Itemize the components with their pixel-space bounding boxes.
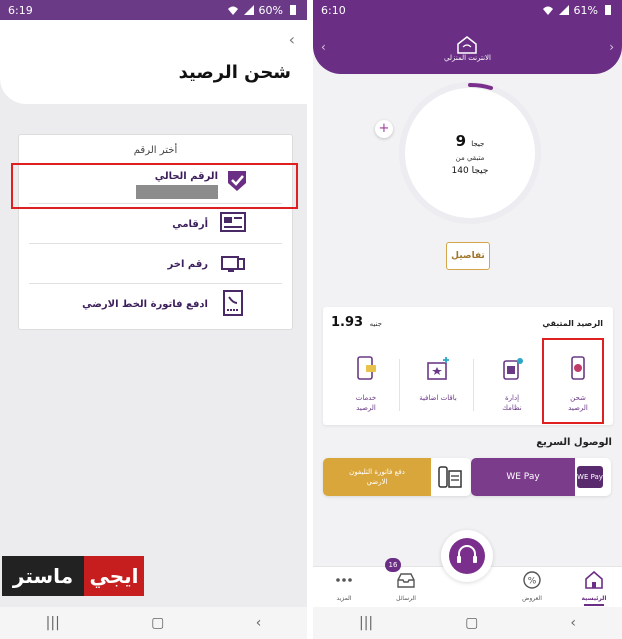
battery-percent: 61%	[573, 3, 598, 17]
percent-icon: %	[523, 571, 541, 589]
balance-currency: جنيه	[369, 320, 382, 328]
quota-progress-arc	[468, 82, 493, 90]
recent-apps-icon[interactable]: |||	[46, 615, 60, 631]
service-label: إدارة	[504, 394, 520, 402]
we-pay-label: WE Pay	[471, 458, 575, 496]
status-time: 6:10	[321, 3, 346, 17]
highlight-frame	[11, 163, 298, 209]
back-icon[interactable]: ‹	[256, 615, 262, 631]
logo-text-dark: ماستر	[2, 556, 84, 596]
divider	[473, 359, 474, 411]
site-logo: ماستر ايجي	[2, 556, 144, 596]
nav-more[interactable]: المزيد	[319, 567, 369, 602]
service-extra-bundles[interactable]: باقات اضافية	[409, 355, 467, 403]
battery-icon	[290, 5, 296, 15]
inbox-icon	[397, 573, 415, 588]
service-label-2: الرصيد	[356, 404, 376, 412]
nav-label: الرئيسية	[581, 595, 607, 602]
landline-bill-item[interactable]: ادفع فاتورة الخط الارضي	[82, 299, 208, 310]
service-manage-plan[interactable]: إدارة نظامك	[483, 355, 541, 413]
status-bar: 6:19 60%	[0, 0, 307, 20]
right-header: ‹ الانترنت المنزلي ›	[313, 20, 622, 74]
nav-messages[interactable]: الرسائل	[381, 567, 431, 602]
quick-access-title: الوصول السريع	[536, 437, 612, 448]
status-time: 6:19	[8, 3, 33, 17]
system-nav-bar: ||| ▢ ‹	[313, 607, 622, 639]
service-label-2: نظامك	[502, 404, 522, 412]
balance-value: 1.93	[331, 315, 364, 330]
home-button-icon[interactable]: ▢	[465, 615, 478, 631]
divider	[399, 359, 400, 411]
remaining-unit: جيجا	[471, 140, 485, 148]
divider	[29, 243, 282, 244]
status-icons: 60%	[227, 4, 299, 17]
sim-manage-icon	[503, 358, 523, 380]
status-bar: 6:10 61%	[313, 0, 622, 20]
total-quota: 140 جيجا	[451, 166, 489, 176]
details-button[interactable]: تفاصيل	[446, 242, 490, 270]
recent-apps-icon[interactable]: |||	[359, 615, 373, 631]
back-chevron-icon[interactable]: ‹	[289, 30, 295, 49]
balance-amount: 1.93 جنيه	[331, 315, 382, 330]
left-screen: 6:19 60% ‹ شحن الرصيد أختر الرقم الرقم ا…	[0, 0, 307, 639]
battery-icon	[605, 5, 611, 15]
headset-icon	[449, 538, 485, 574]
nav-label: المزيد	[336, 595, 352, 602]
home-button-icon[interactable]: ▢	[151, 615, 164, 631]
other-number-item[interactable]: رقم اخر	[168, 259, 208, 270]
my-numbers-item[interactable]: أرقامي	[172, 219, 208, 230]
prev-chevron-icon[interactable]: ‹	[321, 40, 326, 54]
wifi-icon	[227, 6, 238, 15]
service-label: خدمات	[355, 394, 377, 402]
service-label: باقات اضافية	[419, 394, 457, 402]
divider	[29, 283, 282, 284]
quota-circle: 9 جيجا متبقي من 140 جيجا	[405, 82, 535, 218]
system-nav-bar: ||| ▢ ‹	[0, 607, 307, 639]
right-screen: 6:10 61% ‹ الانترنت المنزلي › + 9 جيجا م…	[313, 0, 622, 639]
header-title: الانترنت المنزلي	[444, 54, 491, 62]
home-internet-icon	[457, 36, 477, 54]
battery-percent: 60%	[258, 3, 283, 17]
home-icon	[585, 570, 603, 589]
nav-home[interactable]: الرئيسية	[569, 567, 619, 606]
we-pay-logo-icon: WE Pay	[577, 466, 603, 488]
we-pay-card[interactable]: WE Pay WE Pay	[471, 458, 611, 496]
left-header: ‹ شحن الرصيد	[0, 20, 307, 104]
signal-icon	[243, 5, 254, 15]
nav-offers[interactable]: % العروض	[507, 567, 557, 602]
landline-bill-line2: الارضي	[366, 478, 388, 486]
remaining-quota: 9 جيجا	[405, 132, 535, 150]
remaining-value: 9	[455, 132, 467, 150]
balance-title: الرصيد المتبقي	[542, 319, 603, 328]
add-quota-button[interactable]: +	[375, 120, 393, 138]
signal-icon	[558, 5, 569, 15]
devices-icon	[221, 256, 245, 272]
card-heading: أختر الرقم	[133, 145, 178, 156]
landline-bill-icon	[223, 290, 243, 316]
messages-count-badge: 16	[385, 558, 401, 572]
id-card-icon	[220, 212, 246, 232]
page-title: شحن الرصيد	[178, 62, 291, 83]
next-chevron-icon[interactable]: ›	[609, 40, 614, 54]
status-icons: 61%	[542, 4, 614, 17]
more-dots-icon	[336, 578, 352, 582]
extra-bundles-icon	[427, 357, 449, 380]
back-icon[interactable]: ‹	[570, 615, 576, 631]
landline-phone-icon	[438, 466, 462, 488]
landline-bill-line1: دفع فاتورة التليفون	[349, 468, 405, 476]
balance-services-icon	[357, 356, 376, 380]
landline-bill-card[interactable]: دفع فاتورة التليفون الارضي	[323, 458, 471, 496]
highlight-frame	[542, 338, 604, 424]
landline-bill-text: دفع فاتورة التليفون الارضي	[323, 458, 431, 496]
support-button[interactable]	[441, 530, 493, 582]
nav-label: العروض	[522, 595, 542, 602]
service-balance-services[interactable]: خدمات الرصيد	[337, 355, 395, 413]
nav-label: الرسائل	[396, 595, 416, 602]
logo-text-red: ايجي	[84, 556, 144, 596]
remaining-of-label: متبقي من	[455, 154, 485, 162]
wifi-icon	[542, 6, 553, 15]
svg-text:%: %	[528, 577, 537, 587]
